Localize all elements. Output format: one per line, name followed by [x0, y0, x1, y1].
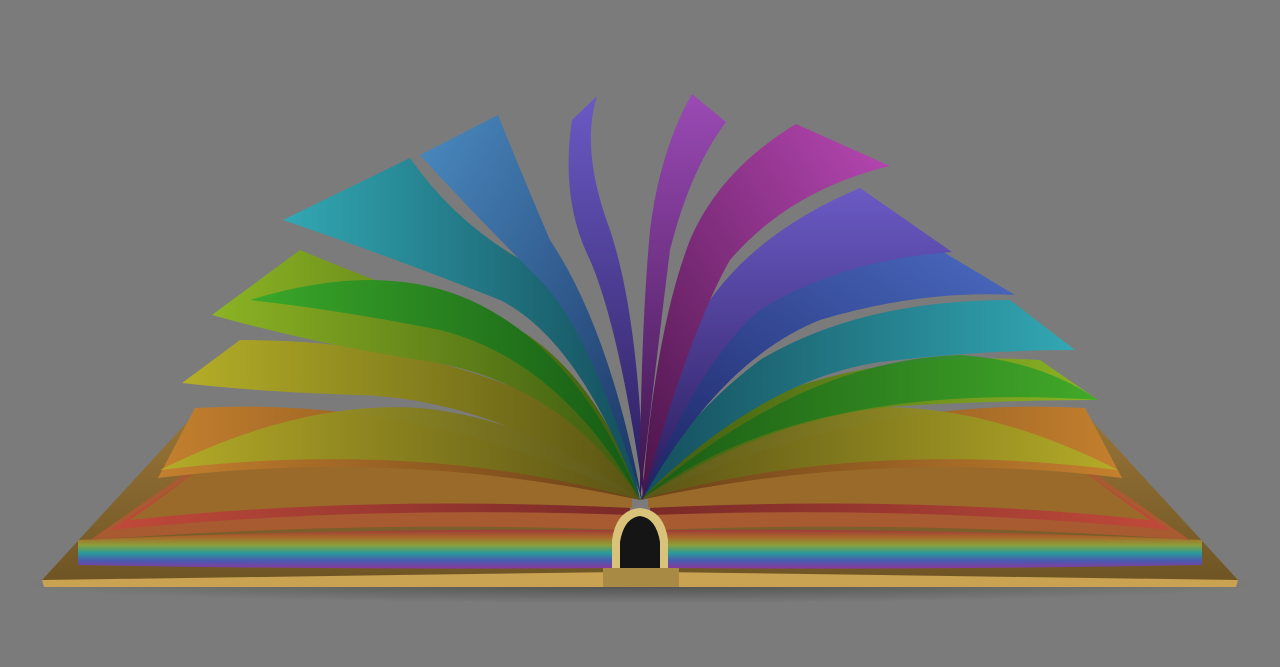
book-illustration: [0, 0, 1280, 667]
open-book-graphic: [20, 94, 1260, 603]
fanned-pages-left: [158, 96, 644, 500]
fanned-pages-right: [640, 94, 1122, 500]
